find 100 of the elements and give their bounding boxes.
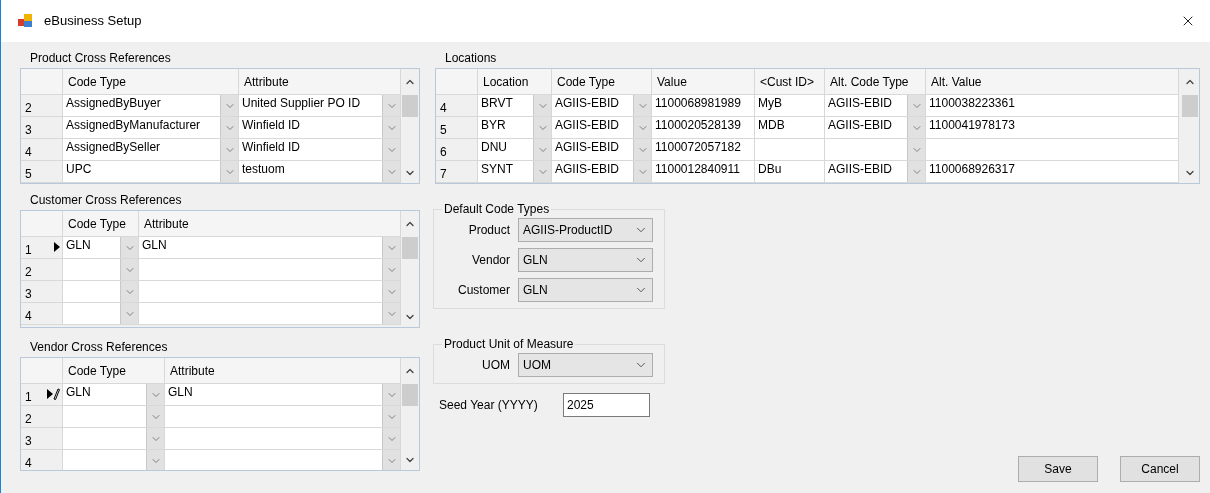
dropdown-button[interactable] — [533, 139, 551, 160]
combo-cell[interactable]: AGIIS-EBID — [825, 117, 926, 139]
column-header[interactable]: Attribute — [165, 358, 401, 384]
scroll-thumb[interactable] — [402, 237, 418, 259]
combo-cell[interactable]: GLN — [63, 384, 165, 406]
dropdown-button[interactable] — [220, 95, 238, 116]
column-header[interactable]: <Cust ID> — [755, 69, 825, 95]
combo-cell[interactable]: GLN — [165, 384, 401, 406]
dialog-button[interactable]: Cancel — [1120, 456, 1200, 482]
combo-cell[interactable]: SYNT — [478, 161, 552, 183]
row-header[interactable]: 1 — [21, 237, 63, 259]
combo-cell[interactable] — [139, 303, 401, 325]
scroll-thumb[interactable] — [402, 384, 418, 406]
input-field[interactable]: 2025 — [563, 393, 650, 417]
dropdown-button[interactable] — [633, 117, 651, 138]
dropdown-button[interactable] — [907, 161, 925, 182]
dropdown-button[interactable] — [120, 303, 138, 324]
dropdown-button[interactable] — [120, 281, 138, 302]
row-header[interactable]: 2 — [21, 259, 63, 281]
column-header[interactable]: Code Type — [552, 69, 652, 95]
combo-cell[interactable]: AGIIS-EBID — [552, 117, 652, 139]
row-header[interactable]: 3 — [21, 117, 63, 139]
dropdown-button[interactable] — [146, 406, 164, 427]
dropdown-button[interactable] — [382, 237, 400, 258]
row-header[interactable]: 2 — [21, 95, 63, 117]
combo-cell[interactable] — [63, 281, 139, 303]
combo-cell[interactable]: AGIIS-EBID — [552, 161, 652, 183]
dropdown-button[interactable] — [907, 95, 925, 116]
dropdown-button[interactable] — [382, 95, 400, 116]
dropdown-button[interactable] — [382, 259, 400, 280]
combo-cell[interactable] — [63, 450, 165, 470]
scroll-thumb[interactable] — [1182, 95, 1198, 117]
row-header[interactable]: 7 — [436, 161, 478, 183]
combo-cell[interactable]: testuom — [239, 161, 401, 183]
combo-cell[interactable]: BYR — [478, 117, 552, 139]
dropdown-button[interactable] — [533, 161, 551, 182]
combo-cell[interactable] — [63, 428, 165, 450]
dropdown-button[interactable] — [120, 237, 138, 258]
combo-cell[interactable]: BRVT — [478, 95, 552, 117]
dropdown-button[interactable] — [907, 117, 925, 138]
row-header[interactable]: 2 — [21, 406, 63, 428]
dropdown-button[interactable] — [533, 95, 551, 116]
combo-cell[interactable] — [165, 450, 401, 470]
dropdown-field[interactable]: UOM — [518, 353, 653, 377]
combo-cell[interactable]: GLN — [63, 237, 139, 259]
combo-cell[interactable]: UPC — [63, 161, 239, 183]
combo-cell[interactable] — [63, 259, 139, 281]
dropdown-button[interactable] — [633, 95, 651, 116]
combo-cell[interactable]: Winfield ID — [239, 117, 401, 139]
dropdown-button[interactable] — [220, 161, 238, 182]
combo-cell[interactable]: AGIIS-EBID — [825, 161, 926, 183]
dropdown-button[interactable] — [382, 139, 400, 160]
dropdown-button[interactable] — [382, 281, 400, 302]
scroll-thumb[interactable] — [402, 95, 418, 117]
dropdown-field[interactable]: AGIIS-ProductID — [518, 218, 653, 242]
combo-cell[interactable] — [63, 406, 165, 428]
dropdown-button[interactable] — [382, 406, 400, 427]
combo-cell[interactable] — [139, 259, 401, 281]
row-header[interactable]: 5 — [21, 161, 63, 183]
dropdown-button[interactable] — [220, 117, 238, 138]
row-header[interactable]: 3 — [21, 428, 63, 450]
row-header[interactable]: 3 — [21, 281, 63, 303]
column-header[interactable]: Code Type — [63, 211, 139, 237]
column-header[interactable]: Code Type — [63, 69, 239, 95]
column-header[interactable]: Attribute — [139, 211, 401, 237]
dropdown-button[interactable] — [533, 117, 551, 138]
combo-cell[interactable]: AGIIS-EBID — [552, 139, 652, 161]
dropdown-button[interactable] — [382, 428, 400, 449]
row-header[interactable]: 1 — [21, 384, 63, 406]
combo-cell[interactable]: AssignedBySeller — [63, 139, 239, 161]
combo-cell[interactable]: GLN — [139, 237, 401, 259]
row-header[interactable]: 5 — [436, 117, 478, 139]
column-header[interactable]: Alt. Value — [926, 69, 1179, 95]
dropdown-button[interactable] — [382, 384, 400, 405]
combo-cell[interactable]: AssignedByBuyer — [63, 95, 239, 117]
dropdown-button[interactable] — [220, 139, 238, 160]
combo-cell[interactable] — [825, 139, 926, 161]
dialog-button[interactable]: Save — [1018, 456, 1098, 482]
dropdown-button[interactable] — [146, 428, 164, 449]
dropdown-button[interactable] — [633, 139, 651, 160]
combo-cell[interactable]: DNU — [478, 139, 552, 161]
dropdown-button[interactable] — [907, 139, 925, 160]
combo-cell[interactable] — [63, 303, 139, 325]
row-header[interactable]: 4 — [21, 139, 63, 161]
combo-cell[interactable] — [165, 406, 401, 428]
dropdown-button[interactable] — [120, 259, 138, 280]
row-header[interactable]: 6 — [436, 139, 478, 161]
dropdown-field[interactable]: GLN — [518, 248, 653, 272]
combo-cell[interactable]: AssignedByManufacturer — [63, 117, 239, 139]
column-header[interactable]: Attribute — [239, 69, 401, 95]
dropdown-button[interactable] — [146, 450, 164, 470]
combo-cell[interactable] — [165, 428, 401, 450]
combo-cell[interactable]: AGIIS-EBID — [552, 95, 652, 117]
column-header[interactable]: Alt. Code Type — [825, 69, 926, 95]
dropdown-field[interactable]: GLN — [518, 278, 653, 302]
dropdown-button[interactable] — [633, 161, 651, 182]
column-header[interactable]: Code Type — [63, 358, 165, 384]
column-header[interactable]: Location — [478, 69, 552, 95]
row-header[interactable]: 4 — [21, 303, 63, 325]
combo-cell[interactable]: United Supplier PO ID — [239, 95, 401, 117]
